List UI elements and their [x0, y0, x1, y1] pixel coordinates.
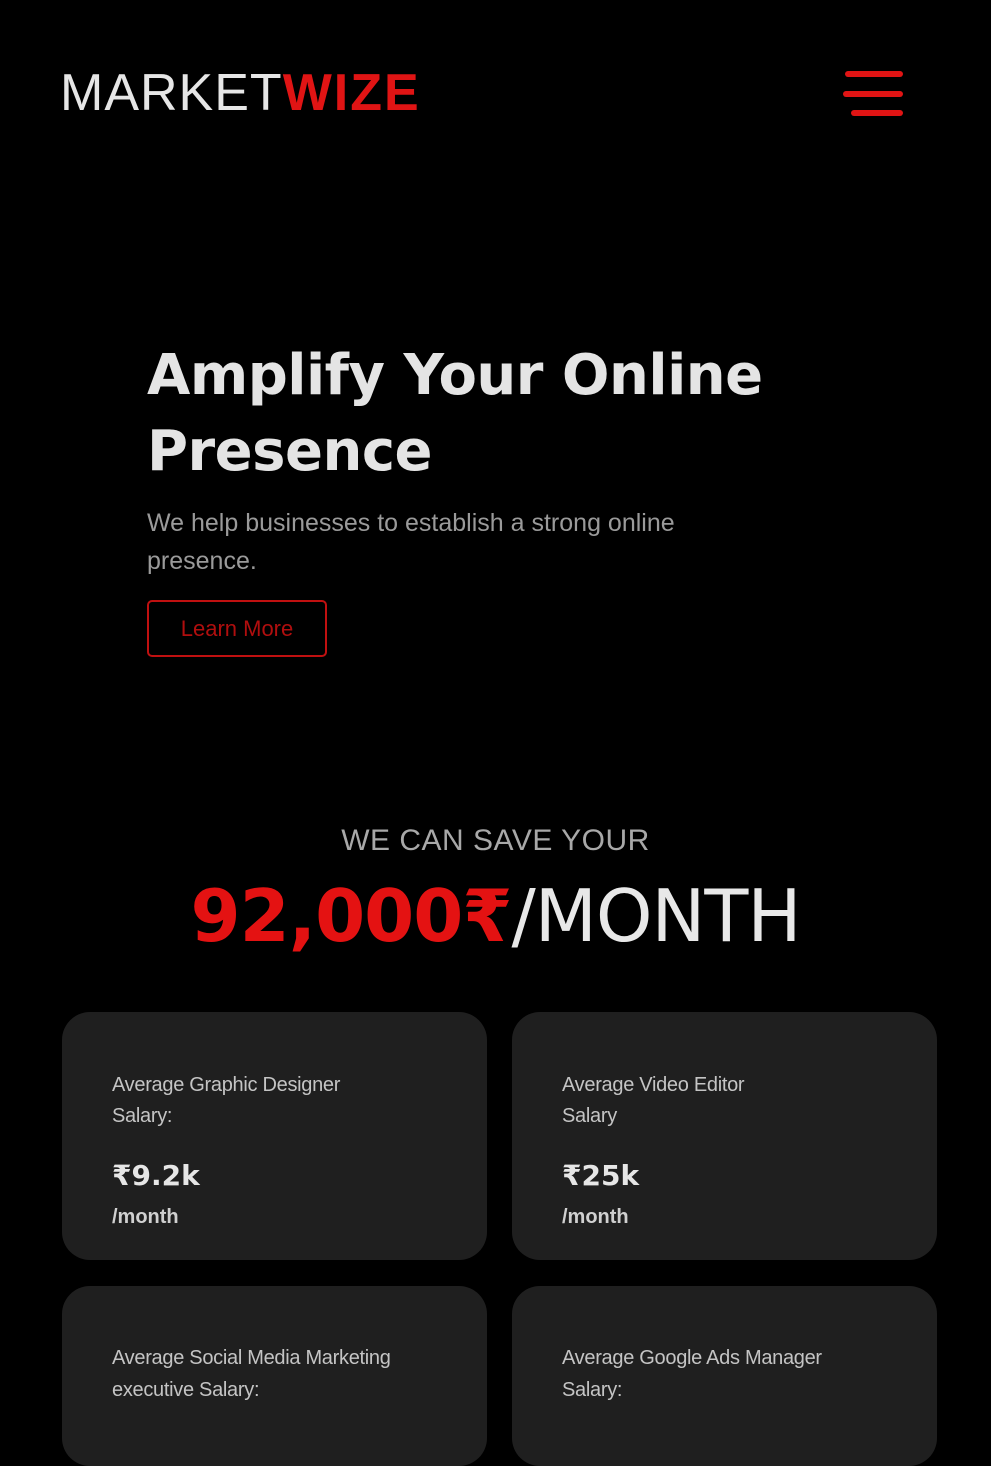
- logo-text-wize: WIZE: [282, 64, 421, 122]
- hamburger-menu-icon: [843, 71, 903, 116]
- savings-value: 92,000₹: [190, 874, 513, 958]
- salary-card-video-editor: Average Video Editor Salary ₹25k /month: [512, 1012, 937, 1260]
- card-label: Average Graphic Designer Salary:: [112, 1074, 341, 1127]
- hero-section: Amplify Your Online Presence We help bus…: [147, 338, 867, 657]
- brand-logo[interactable]: MARKETWIZE: [60, 58, 421, 128]
- savings-amount: 92,000₹/MONTH: [0, 870, 991, 962]
- salary-card-google-ads: Average Google Ads Manager Salary:: [512, 1286, 937, 1466]
- salary-card-social-media: Average Social Media Marketing executive…: [62, 1286, 487, 1466]
- card-label: Average Video Editor Salary: [562, 1074, 745, 1127]
- logo-text-market: MARKET: [60, 64, 283, 122]
- card-value: ₹25k: [562, 1159, 640, 1192]
- hero-title: Amplify Your Online Presence: [147, 343, 763, 484]
- card-unit: /month: [112, 1206, 179, 1228]
- menu-button[interactable]: [838, 64, 910, 124]
- savings-period: /MONTH: [511, 874, 801, 958]
- salary-card-graphic-designer: Average Graphic Designer Salary: ₹9.2k /…: [62, 1012, 487, 1260]
- savings-label: WE CAN SAVE YOUR: [341, 824, 650, 857]
- hero-subtitle: We help businesses to establish a strong…: [147, 509, 675, 575]
- site-header: MARKETWIZE: [0, 0, 991, 190]
- card-unit: /month: [562, 1206, 629, 1228]
- card-label: Average Social Media Marketing executive…: [112, 1347, 391, 1401]
- learn-more-button[interactable]: Learn More: [147, 600, 327, 657]
- card-value: ₹9.2k: [112, 1159, 200, 1192]
- card-label: Average Google Ads Manager Salary:: [562, 1347, 822, 1401]
